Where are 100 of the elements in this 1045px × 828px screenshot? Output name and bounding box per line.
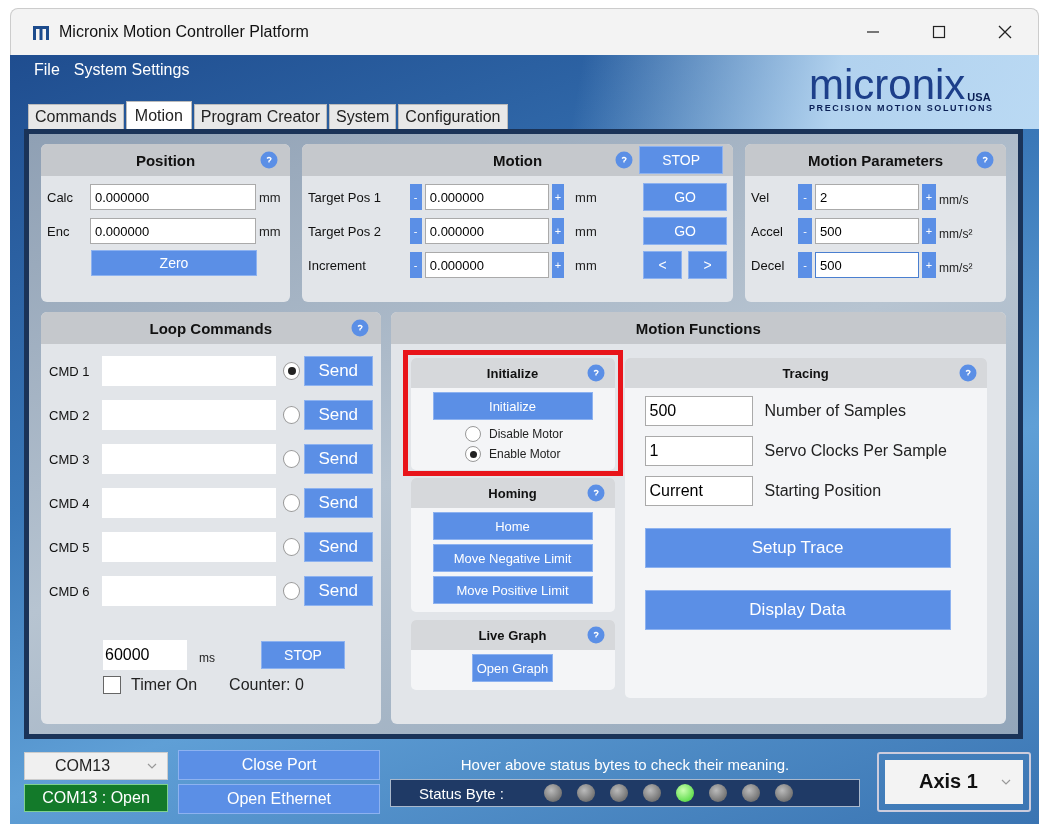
homing-button[interactable]: Move Positive Limit	[432, 576, 593, 604]
unit-label: mm	[259, 189, 281, 205]
port-button[interactable]: Close Port	[178, 749, 380, 780]
help-icon[interactable]	[586, 364, 605, 382]
send-button[interactable]: Send	[303, 444, 373, 474]
status-led[interactable]	[544, 784, 563, 802]
menu-item[interactable]: File	[34, 61, 60, 79]
tab[interactable]: System	[329, 104, 397, 129]
logo-suffix: USA	[967, 91, 991, 103]
status-led[interactable]	[676, 784, 695, 802]
increment-button[interactable]: +	[922, 252, 937, 278]
help-icon[interactable]	[958, 364, 977, 382]
field-label: Target Pos 1	[308, 189, 383, 205]
decrement-button[interactable]: -	[409, 252, 422, 278]
input-field[interactable]: 2	[815, 184, 920, 210]
decrement-button[interactable]: -	[409, 184, 422, 210]
status-led[interactable]	[742, 784, 761, 802]
status-byte-label: Status Byte :	[419, 784, 505, 802]
command-field[interactable]	[101, 400, 276, 430]
send-button[interactable]: Send	[303, 488, 373, 518]
input-field[interactable]: Current	[644, 476, 753, 506]
radio-button[interactable]	[282, 450, 300, 468]
command-field[interactable]	[101, 356, 276, 386]
decrement-button[interactable]: -	[798, 184, 813, 210]
action-button[interactable]: GO	[643, 217, 728, 245]
help-icon[interactable]	[260, 151, 279, 169]
initialize-button[interactable]: Initialize	[432, 392, 593, 420]
logo-wordmark: micronix	[809, 67, 966, 103]
input-field[interactable]: 500	[815, 218, 920, 244]
radio-button[interactable]	[282, 494, 300, 512]
checkbox[interactable]	[103, 676, 121, 694]
status-led[interactable]	[577, 784, 596, 802]
axis-dropdown[interactable]: Axis 1	[885, 759, 1023, 804]
trace-button[interactable]: Setup Trace	[644, 528, 951, 568]
trace-button[interactable]: Display Data	[644, 590, 951, 630]
increment-button[interactable]: +	[551, 184, 565, 210]
help-icon[interactable]	[586, 484, 605, 502]
help-icon[interactable]	[615, 151, 634, 169]
input-field[interactable]: 0.000000	[424, 184, 549, 210]
send-button[interactable]: Send	[303, 532, 373, 562]
decrement-button[interactable]: -	[798, 218, 813, 244]
input-field[interactable]: 500	[815, 252, 920, 278]
action-button[interactable]: <	[643, 251, 683, 279]
tab[interactable]: Program Creator	[193, 104, 327, 129]
port-status: COM13 : Open	[24, 783, 168, 812]
radio-button[interactable]	[465, 426, 481, 442]
increment-button[interactable]: +	[922, 218, 937, 244]
status-led[interactable]	[610, 784, 629, 802]
radio-button[interactable]	[282, 538, 300, 556]
command-field[interactable]	[101, 576, 276, 606]
menu-item[interactable]: System Settings	[73, 61, 190, 79]
help-icon[interactable]	[976, 151, 994, 169]
status-led[interactable]	[709, 784, 728, 802]
input-field[interactable]: 0.000000	[424, 252, 549, 278]
panel-title: Loop Commands	[149, 319, 272, 337]
help-icon[interactable]	[586, 626, 605, 644]
stop-button[interactable]: STOP	[639, 146, 724, 174]
action-button[interactable]: >	[688, 251, 728, 279]
input-field[interactable]: 1	[644, 436, 753, 466]
tab[interactable]: Motion	[125, 101, 192, 129]
command-label: CMD 1	[49, 363, 91, 379]
radio-button[interactable]	[282, 406, 300, 424]
port-dropdown[interactable]: COM13	[24, 751, 168, 780]
action-button[interactable]: GO	[643, 183, 728, 211]
increment-button[interactable]: +	[551, 218, 565, 244]
homing-button[interactable]: Home	[432, 512, 593, 540]
radio-button[interactable]	[282, 582, 300, 600]
homing-button[interactable]: Move Negative Limit	[432, 544, 593, 572]
send-button[interactable]: Send	[303, 356, 373, 386]
status-led[interactable]	[643, 784, 662, 802]
port-button[interactable]: Open Ethernet	[178, 783, 380, 814]
decrement-button[interactable]: -	[409, 218, 422, 244]
increment-button[interactable]: +	[551, 252, 565, 278]
input-field[interactable]: 0.000000	[424, 218, 549, 244]
tab[interactable]: Configuration	[398, 104, 508, 129]
input-field[interactable]: 500	[644, 396, 753, 426]
send-button[interactable]: Send	[303, 576, 373, 606]
increment-button[interactable]: +	[922, 184, 937, 210]
panel-title: Motion	[493, 151, 543, 169]
command-field[interactable]	[101, 488, 276, 518]
decrement-button[interactable]: -	[798, 252, 813, 278]
stop-button[interactable]: STOP	[261, 641, 345, 669]
radio-button[interactable]	[465, 446, 481, 462]
checkbox-label: Timer On	[131, 676, 198, 694]
zero-button[interactable]: Zero	[91, 250, 257, 276]
input-field[interactable]: 0.000000	[90, 218, 256, 244]
group-title: Initialize	[486, 365, 539, 381]
open-graph-button[interactable]: Open Graph	[471, 654, 554, 682]
tab[interactable]: Commands	[28, 104, 124, 129]
field-label: Number of Samples	[764, 402, 906, 420]
command-field[interactable]	[101, 444, 276, 474]
radio-button[interactable]	[282, 362, 300, 380]
unit-label: mm	[574, 189, 598, 205]
status-led[interactable]	[775, 784, 794, 802]
command-field[interactable]	[101, 532, 276, 562]
send-button[interactable]: Send	[303, 400, 373, 430]
help-icon[interactable]	[350, 319, 369, 337]
interval-field[interactable]: 60000	[103, 640, 187, 670]
panel-title: Motion Functions	[635, 319, 761, 337]
input-field[interactable]: 0.000000	[90, 184, 256, 210]
